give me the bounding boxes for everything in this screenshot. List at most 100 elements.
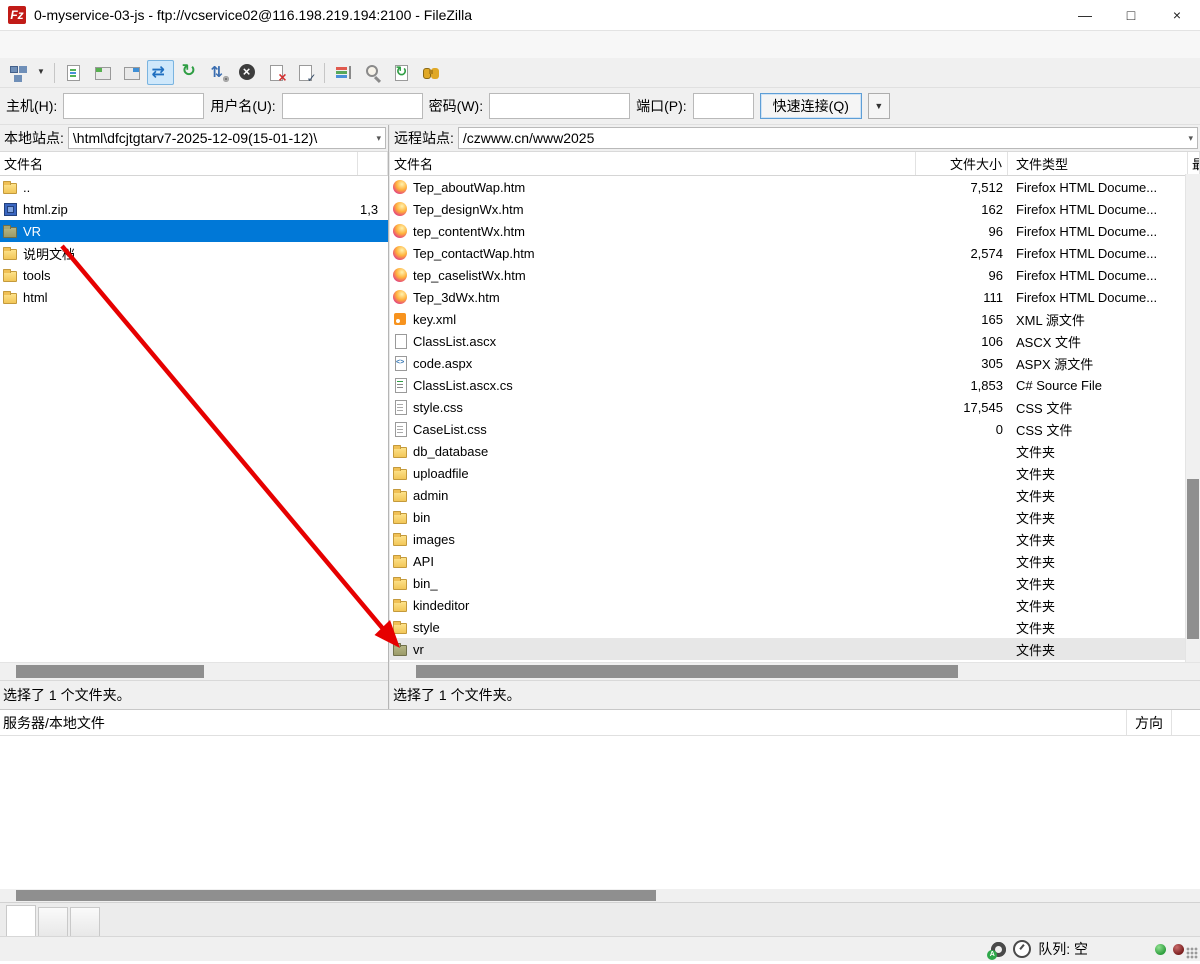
file-row[interactable]: ClassList.ascx 106 ASCX 文件 2: [390, 330, 1200, 352]
transfer-settings-gear-icon[interactable]: A: [991, 942, 1006, 957]
site-manager-button[interactable]: [4, 60, 31, 85]
scrollbar-thumb[interactable]: [16, 665, 204, 678]
reconnect-button[interactable]: [292, 60, 319, 85]
sync-browsing-button[interactable]: [388, 60, 415, 85]
quickconnect-dropdown[interactable]: ▼: [868, 93, 890, 119]
toggle-queue-button[interactable]: [147, 60, 174, 85]
menu-item[interactable]: [22, 42, 40, 48]
file-row[interactable]: ..: [0, 176, 388, 198]
file-type: 文件夹: [1008, 574, 1188, 593]
queue-horizontal-scrollbar[interactable]: [0, 889, 1200, 902]
file-row[interactable]: Tep_aboutWap.htm 7,512 Firefox HTML Docu…: [390, 176, 1200, 198]
file-row[interactable]: admin 文件夹 2: [390, 484, 1200, 506]
file-row[interactable]: kindeditor 文件夹 2: [390, 594, 1200, 616]
compare-icon: [363, 63, 383, 83]
chevron-down-icon[interactable]: ▾: [372, 133, 385, 144]
remote-column-type[interactable]: 文件类型: [1008, 152, 1188, 175]
username-input[interactable]: [282, 93, 423, 119]
file-row[interactable]: bin_ 文件夹 2: [390, 572, 1200, 594]
file-row[interactable]: Tep_3dWx.htm 111 Firefox HTML Docume... …: [390, 286, 1200, 308]
file-size: 305: [916, 356, 1008, 371]
refresh-button[interactable]: [176, 60, 203, 85]
remote-site-path[interactable]: /czwww.cn/www2025 ▾: [458, 127, 1198, 149]
remote-vertical-scrollbar[interactable]: [1185, 174, 1200, 664]
menu-item[interactable]: [94, 42, 112, 48]
file-name: style.css: [413, 400, 463, 415]
chevron-down-icon[interactable]: ▾: [1184, 133, 1197, 144]
remote-column-filename[interactable]: 文件名: [390, 152, 916, 175]
scrollbar-thumb[interactable]: [16, 890, 656, 901]
file-row[interactable]: db_database 文件夹 2: [390, 440, 1200, 462]
titlebar: Fz 0-myservice-03-js - ftp://vcservice02…: [0, 0, 1200, 31]
quickconnect-button[interactable]: 快速连接(Q): [760, 93, 862, 119]
menu-item[interactable]: [58, 42, 76, 48]
folder-icon: [393, 466, 408, 480]
port-input[interactable]: [693, 93, 754, 119]
file-row[interactable]: tep_contentWx.htm 96 Firefox HTML Docume…: [390, 220, 1200, 242]
toggle-local-tree-button[interactable]: [89, 60, 116, 85]
file-row[interactable]: CaseList.css 0 CSS 文件 2: [390, 418, 1200, 440]
file-row[interactable]: html.zip 1,3: [0, 198, 388, 220]
cancel-button[interactable]: [234, 60, 261, 85]
local-column-filename[interactable]: 文件名: [0, 152, 358, 175]
toolbar-separator[interactable]: [54, 63, 55, 83]
find-files-button[interactable]: [417, 60, 444, 85]
speed-gauge-icon[interactable]: [1013, 940, 1031, 958]
queue-column-direction[interactable]: 方向: [1126, 710, 1172, 735]
local-site-bar: 本地站点: \html\dfcjtgtarv7-2025-12-09(15-01…: [0, 125, 388, 152]
file-row[interactable]: API 文件夹 2: [390, 550, 1200, 572]
maximize-button[interactable]: □: [1108, 0, 1154, 30]
remote-column-size[interactable]: 文件大小: [916, 152, 1008, 175]
disconnect-button[interactable]: [263, 60, 290, 85]
file-row[interactable]: code.aspx 305 ASPX 源文件 2: [390, 352, 1200, 374]
file-row[interactable]: key.xml 165 XML 源文件 2: [390, 308, 1200, 330]
local-column-size[interactable]: [358, 152, 388, 175]
file-row[interactable]: style 文件夹 2: [390, 616, 1200, 638]
close-button[interactable]: ×: [1154, 0, 1200, 30]
file-row[interactable]: uploadfile 文件夹 2: [390, 462, 1200, 484]
scrollbar-thumb[interactable]: [1187, 479, 1199, 639]
compare-directories-button[interactable]: [359, 60, 386, 85]
queue-tab[interactable]: [6, 905, 36, 936]
file-row[interactable]: Tep_designWx.htm 162 Firefox HTML Docume…: [390, 198, 1200, 220]
file-row[interactable]: tools: [0, 264, 388, 286]
minimize-button[interactable]: —: [1062, 0, 1108, 30]
scrollbar-thumb[interactable]: [416, 665, 958, 678]
filter-button[interactable]: [330, 60, 357, 85]
site-manager-dropdown[interactable]: [33, 60, 49, 85]
file-row[interactable]: vr 文件夹 2: [390, 638, 1200, 660]
file-row[interactable]: html: [0, 286, 388, 308]
toggle-log-button[interactable]: [60, 60, 87, 85]
folder-icon: [3, 290, 18, 304]
file-row[interactable]: style.css 17,545 CSS 文件 2: [390, 396, 1200, 418]
queue-column-server-local[interactable]: 服务器/本地文件: [0, 713, 105, 733]
remote-horizontal-scrollbar[interactable]: [390, 662, 1200, 680]
toolbar-separator[interactable]: [324, 63, 325, 83]
menu-item[interactable]: [4, 42, 22, 48]
menu-item[interactable]: [112, 42, 130, 48]
process-queue-button[interactable]: [205, 60, 232, 85]
remote-column-modified-clipped[interactable]: 最: [1188, 152, 1200, 175]
menu-item[interactable]: [76, 42, 94, 48]
file-row[interactable]: 说明文档: [0, 242, 388, 264]
file-size: 106: [916, 334, 1008, 349]
menu-item[interactable]: [40, 42, 58, 48]
remotetree-icon: [122, 63, 142, 83]
queue-tab[interactable]: [38, 907, 68, 936]
file-type: CSS 文件: [1008, 420, 1188, 439]
file-row[interactable]: Tep_contactWap.htm 2,574 Firefox HTML Do…: [390, 242, 1200, 264]
password-input[interactable]: [489, 93, 630, 119]
toggle-remote-tree-button[interactable]: [118, 60, 145, 85]
file-row[interactable]: ClassList.ascx.cs 1,853 C# Source File 2: [390, 374, 1200, 396]
file-row[interactable]: images 文件夹 2: [390, 528, 1200, 550]
local-horizontal-scrollbar[interactable]: [0, 662, 388, 680]
queue-tabs: [0, 902, 1200, 936]
css-icon: [393, 422, 408, 436]
local-site-path[interactable]: \html\dfcjtgtarv7-2025-12-09(15-01-12)\ …: [68, 127, 386, 149]
file-row[interactable]: VR: [0, 220, 388, 242]
file-row[interactable]: tep_caselistWx.htm 96 Firefox HTML Docum…: [390, 264, 1200, 286]
resize-grip[interactable]: [1186, 947, 1198, 959]
host-input[interactable]: [63, 93, 204, 119]
file-row[interactable]: bin 文件夹 2: [390, 506, 1200, 528]
queue-tab[interactable]: [70, 907, 100, 936]
